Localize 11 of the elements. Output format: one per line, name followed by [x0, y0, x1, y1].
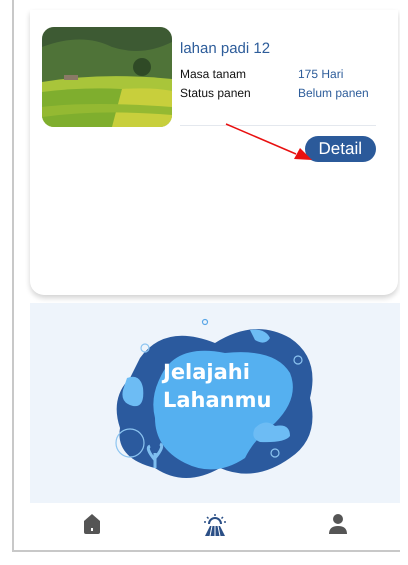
field-label: Masa tanam	[180, 66, 248, 83]
home-icon[interactable]	[82, 513, 102, 535]
detail-button[interactable]: Detail	[304, 136, 376, 162]
field-sun-icon[interactable]	[202, 513, 227, 537]
person-icon[interactable]	[328, 513, 348, 535]
field-value: 175 Hari	[298, 66, 344, 83]
banner-title: Jelajahi	[163, 360, 251, 384]
field-label: Status panen	[180, 85, 252, 102]
banner-title: Lahanmu	[163, 388, 272, 412]
field-value: Belum panen	[298, 85, 369, 102]
field-name: lahan padi 12	[180, 40, 272, 57]
